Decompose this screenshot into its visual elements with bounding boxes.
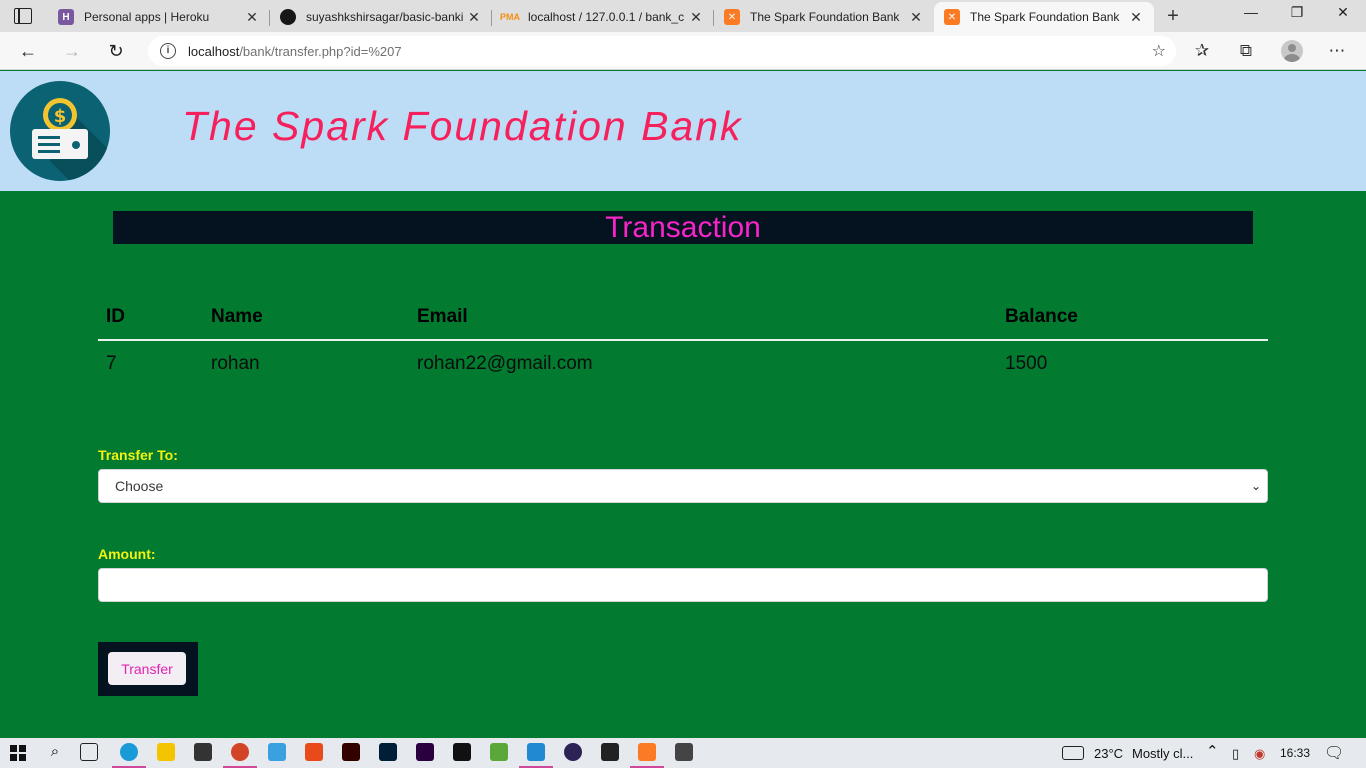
task-view-icon[interactable]	[80, 743, 98, 761]
mail-icon[interactable]	[675, 743, 693, 761]
account-table: ID Name Email Balance 7 rohan rohan22@gm…	[98, 296, 1268, 386]
weather-text: Mostly cl...	[1132, 746, 1194, 761]
notifications-icon[interactable]: 🗨	[1324, 743, 1344, 763]
tab-title: suyashkshirsagar/basic-banki	[306, 10, 464, 24]
forward-icon: →	[63, 41, 81, 61]
column-header-balance: Balance	[997, 296, 1268, 341]
windows-start-icon[interactable]	[10, 745, 26, 761]
transfer-to-label: Transfer To:	[98, 447, 178, 463]
cell-name: rohan	[211, 352, 260, 374]
edge-icon[interactable]	[120, 743, 138, 761]
section-title: Transaction	[113, 211, 1253, 244]
close-icon[interactable]: ✕	[1128, 9, 1144, 26]
premiere-icon[interactable]	[416, 743, 434, 761]
file-explorer-icon[interactable]	[157, 743, 175, 761]
search-icon[interactable]: ⌕	[46, 743, 64, 761]
xampp-icon: ✕	[944, 9, 960, 25]
xampp-icon[interactable]	[638, 743, 656, 761]
illustrator-icon[interactable]	[342, 743, 360, 761]
tab-phpmyadmin[interactable]: PMA localhost / 127.0.0.1 / bank_c ✕	[492, 2, 714, 32]
add-favorite-icon[interactable]: ☆	[1152, 41, 1166, 61]
tab-spark-bank[interactable]: ✕ The Spark Foundation Bank ✕	[714, 2, 934, 32]
powerpoint-icon[interactable]	[231, 743, 249, 761]
photoshop-icon[interactable]	[379, 743, 397, 761]
column-header-email: Email	[409, 296, 997, 341]
restore-icon[interactable]: ❐	[1286, 4, 1308, 21]
tab-title: The Spark Foundation Bank	[970, 10, 1120, 24]
transfer-to-value: Choose	[115, 478, 164, 494]
github-icon	[280, 9, 296, 25]
tab-github[interactable]: suyashkshirsagar/basic-banki ✕	[270, 2, 492, 32]
url-host: localhost	[188, 44, 240, 59]
windows-taskbar: ⌕ 23°C Mostly cl... ⌃ ▯ ◉ 16:33 🗨	[0, 738, 1366, 768]
tab-title: localhost / 127.0.0.1 / bank_c	[528, 10, 685, 24]
transfer-button-container: Transfer	[98, 642, 198, 696]
new-tab-button[interactable]: +	[1162, 5, 1184, 28]
tab-spark-bank-active[interactable]: ✕ The Spark Foundation Bank ✕	[934, 2, 1154, 32]
browser-tab-bar: H Personal apps | Heroku ✕ suyashkshirsa…	[0, 0, 1366, 32]
chevron-down-icon: ⌄	[1250, 479, 1261, 493]
network-icon[interactable]: ◉	[1254, 746, 1265, 762]
clock-time[interactable]: 16:33	[1280, 746, 1310, 760]
phpmyadmin-icon: PMA	[500, 12, 520, 22]
window-close-icon[interactable]: ✕	[1332, 4, 1354, 21]
column-header-name: Name	[203, 296, 409, 341]
nodejs-icon[interactable]	[490, 743, 508, 761]
store-icon[interactable]	[194, 743, 212, 761]
office-icon[interactable]	[305, 743, 323, 761]
bank-card-dollar-icon: $	[10, 81, 110, 181]
transfer-button[interactable]: Transfer	[108, 652, 186, 685]
site-info-icon[interactable]: i	[160, 43, 176, 59]
weather-temp: 23°C	[1094, 746, 1124, 761]
close-icon[interactable]: ✕	[244, 9, 260, 26]
weather-icon[interactable]	[1062, 746, 1084, 760]
cell-email: rohan22@gmail.com	[417, 352, 593, 374]
desktop-icon[interactable]	[268, 743, 286, 761]
tab-actions-icon[interactable]	[14, 8, 32, 24]
collections-icon[interactable]: ⧉	[1235, 40, 1257, 62]
minimize-icon[interactable]: —	[1240, 4, 1262, 20]
svg-text:$: $	[54, 106, 67, 127]
tab-title: Personal apps | Heroku	[84, 10, 210, 24]
settings-more-icon[interactable]: ⋯	[1326, 40, 1348, 62]
close-icon[interactable]: ✕	[466, 9, 482, 26]
refresh-icon[interactable]: ↻	[104, 39, 128, 63]
url-text: localhost/bank/transfer.php?id=%207	[188, 44, 402, 59]
tab-heroku[interactable]: H Personal apps | Heroku ✕	[48, 2, 270, 32]
back-icon[interactable]: ←	[16, 39, 40, 63]
cell-id: 7	[106, 352, 117, 374]
eclipse-icon[interactable]	[564, 743, 582, 761]
close-icon[interactable]: ✕	[908, 9, 924, 26]
bank-title: The Spark Foundation Bank	[182, 103, 743, 149]
chevron-up-icon[interactable]: ⌃	[1206, 742, 1219, 760]
tab-title: The Spark Foundation Bank	[750, 10, 900, 24]
profile-avatar[interactable]	[1281, 40, 1303, 62]
favorites-icon[interactable]: ✰	[1191, 40, 1213, 62]
transfer-to-select[interactable]: Choose ⌄	[98, 469, 1268, 503]
cell-balance: 1500	[1005, 352, 1048, 374]
site-header: $ The Spark Foundation Bank	[0, 71, 1366, 191]
xampp-icon: ✕	[724, 9, 740, 25]
url-path: /bank/transfer.php?id=%207	[239, 44, 402, 59]
amount-input[interactable]	[98, 568, 1268, 602]
heroku-icon: H	[58, 9, 74, 25]
battery-icon[interactable]: ▯	[1232, 746, 1239, 762]
pycharm-icon[interactable]	[453, 743, 471, 761]
column-header-id: ID	[98, 296, 203, 341]
url-field[interactable]: i localhost/bank/transfer.php?id=%207 ☆	[148, 36, 1176, 66]
amount-label: Amount:	[98, 546, 156, 562]
table-row: 7 rohan rohan22@gmail.com 1500	[98, 340, 1268, 386]
vscode-icon[interactable]	[527, 743, 545, 761]
page-content: $ The Spark Foundation Bank Transaction …	[0, 71, 1366, 738]
terminal-icon[interactable]	[601, 743, 619, 761]
close-icon[interactable]: ✕	[688, 9, 704, 26]
address-bar: ← → ↻ i localhost/bank/transfer.php?id=%…	[0, 32, 1366, 70]
table-header-row: ID Name Email Balance	[98, 296, 1268, 341]
